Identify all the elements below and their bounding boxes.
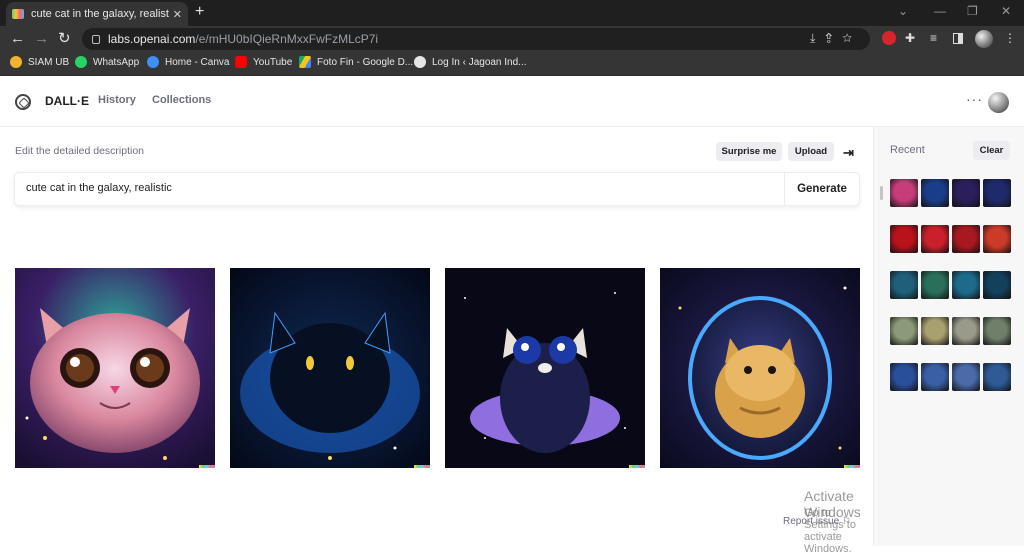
back-icon[interactable]: ← (10, 30, 25, 48)
browser-tab-bar: cute cat in the galaxy, realistic | D ✕ … (0, 0, 1024, 26)
recent-thumbnail-horses[interactable] (952, 225, 980, 253)
galaxy-cat-illustration (445, 268, 645, 468)
more-options-icon[interactable]: ··· (966, 91, 983, 107)
recent-thumbnail-cats[interactable] (921, 179, 949, 207)
bookmark-item[interactable]: WhatsApp (75, 56, 139, 68)
recent-thumbnail-astronauts[interactable] (983, 363, 1011, 391)
sidebar-panel-icon[interactable] (953, 33, 963, 44)
pink-cat-illustration (15, 268, 215, 468)
dalle-signature (844, 465, 860, 468)
tab-title: cute cat in the galaxy, realistic | D (31, 8, 169, 20)
globe-icon (414, 56, 426, 68)
tabby-cat-illustration (660, 268, 860, 468)
result-image-3[interactable] (445, 268, 645, 468)
recent-thumbnail-underwater[interactable] (952, 271, 980, 299)
extensions-puzzle-icon[interactable]: ✚ (905, 31, 915, 45)
dalle-signature (199, 465, 215, 468)
google-drive-icon (299, 56, 311, 68)
url-bar[interactable]: labs.openai.com /e/mHU0bIQieRnMxxFwFzMLc… (82, 28, 870, 50)
browser-profile-avatar[interactable] (975, 30, 993, 48)
recent-thumbnail-underwater[interactable] (983, 271, 1011, 299)
result-image-2[interactable] (230, 268, 430, 468)
clear-button[interactable]: Clear (973, 141, 1010, 160)
dalle-signature (629, 465, 645, 468)
openai-favicon-icon (12, 9, 24, 19)
report-issue-link[interactable]: Report issue ⚐ (783, 516, 851, 527)
bookmark-item[interactable]: SIAM UB (10, 56, 69, 68)
url-action-icons[interactable]: ⤓⇪☆ (810, 31, 862, 46)
recent-thumbnail-astronauts[interactable] (921, 363, 949, 391)
recent-thumbnail-underwater[interactable] (921, 271, 949, 299)
recent-label: Recent (890, 144, 925, 156)
browser-menu-icon[interactable]: ⋮ (1004, 31, 1016, 45)
recent-thumbnail-animals[interactable] (890, 317, 918, 345)
address-bar-row: ← → ↻ labs.openai.com /e/mHU0bIQieRnMxxF… (0, 26, 1024, 52)
lock-icon (92, 34, 100, 44)
description-label: Edit the detailed description (15, 145, 144, 157)
user-avatar[interactable] (988, 92, 1009, 113)
recent-thumbnail-animals[interactable] (952, 317, 980, 345)
youtube-icon (235, 56, 247, 68)
reload-icon[interactable]: ↻ (58, 30, 71, 48)
new-tab-icon[interactable]: + (195, 3, 204, 21)
nav-collections[interactable]: Collections (152, 94, 211, 106)
openai-logo-icon[interactable] (15, 94, 31, 110)
siam-ub-icon (10, 56, 22, 68)
minimize-icon[interactable]: — (934, 4, 946, 18)
extension-red-icon[interactable] (882, 31, 896, 45)
prompt-box: cute cat in the galaxy, realistic Genera… (15, 173, 859, 205)
browser-tab[interactable]: cute cat in the galaxy, realistic | D ✕ (6, 2, 188, 26)
dalle-signature (414, 465, 430, 468)
recent-thumbnail-horses[interactable] (890, 225, 918, 253)
flag-icon: ⚐ (841, 516, 851, 527)
report-issue-label: Report issue (783, 516, 840, 527)
reading-list-icon[interactable]: ≡ (930, 31, 937, 45)
recent-thumbnail-animals[interactable] (983, 317, 1011, 345)
bookmark-item[interactable]: Foto Fin - Google D... (299, 56, 413, 68)
recent-thumbnail-horses[interactable] (983, 225, 1011, 253)
windows-activation-hint: Go to Settings to activate Windows. (804, 507, 856, 555)
recent-thumbnail-astronauts[interactable] (890, 363, 918, 391)
recent-thumbnail-cats[interactable] (983, 179, 1011, 207)
result-image-1[interactable] (15, 268, 215, 468)
bookmark-item[interactable]: Log In ‹ Jagoan Ind... (414, 56, 527, 68)
prompt-input[interactable]: cute cat in the galaxy, realistic (26, 182, 172, 194)
bookmark-item[interactable]: YouTube (235, 56, 292, 68)
restore-icon[interactable]: ❐ (967, 4, 978, 18)
bookmarks-bar: SIAM UB WhatsApp Home - Canva YouTube Fo… (0, 52, 1024, 76)
app-header: DALL·E History Collections ··· (0, 77, 1024, 127)
whatsapp-icon (75, 56, 87, 68)
recent-thumbnail-horses[interactable] (921, 225, 949, 253)
url-path: /e/mHU0bIQieRnMxxFwFzMLcP7i (195, 32, 379, 46)
close-window-icon[interactable]: ✕ (1001, 4, 1011, 18)
bookmark-item[interactable]: Home - Canva (147, 56, 229, 68)
black-cat-illustration (230, 268, 430, 468)
close-tab-icon[interactable]: ✕ (173, 8, 182, 21)
surprise-me-button[interactable]: Surprise me (716, 142, 782, 161)
recent-sidebar: Recent Clear (873, 127, 1024, 546)
nav-history[interactable]: History (98, 94, 136, 106)
recent-thumbnail-animals[interactable] (921, 317, 949, 345)
upload-button[interactable]: Upload (788, 142, 834, 161)
recent-thumbnail-underwater[interactable] (890, 271, 918, 299)
recent-thumbnail-cats[interactable] (952, 179, 980, 207)
scrollbar[interactable] (880, 186, 883, 200)
brand-title[interactable]: DALL·E (45, 94, 89, 108)
forward-icon[interactable]: → (34, 30, 49, 48)
recent-thumbnail-cats[interactable] (890, 179, 918, 207)
collapse-sidebar-icon[interactable]: ⇥ (843, 145, 854, 161)
recent-thumbnail-astronauts[interactable] (952, 363, 980, 391)
editor-panel: Edit the detailed description Surprise m… (0, 127, 873, 555)
chevron-down-icon[interactable]: ⌄ (898, 4, 908, 18)
generate-button[interactable]: Generate (784, 173, 859, 205)
url-domain: labs.openai.com (108, 32, 196, 46)
canva-icon (147, 56, 159, 68)
result-image-4[interactable] (660, 268, 860, 468)
